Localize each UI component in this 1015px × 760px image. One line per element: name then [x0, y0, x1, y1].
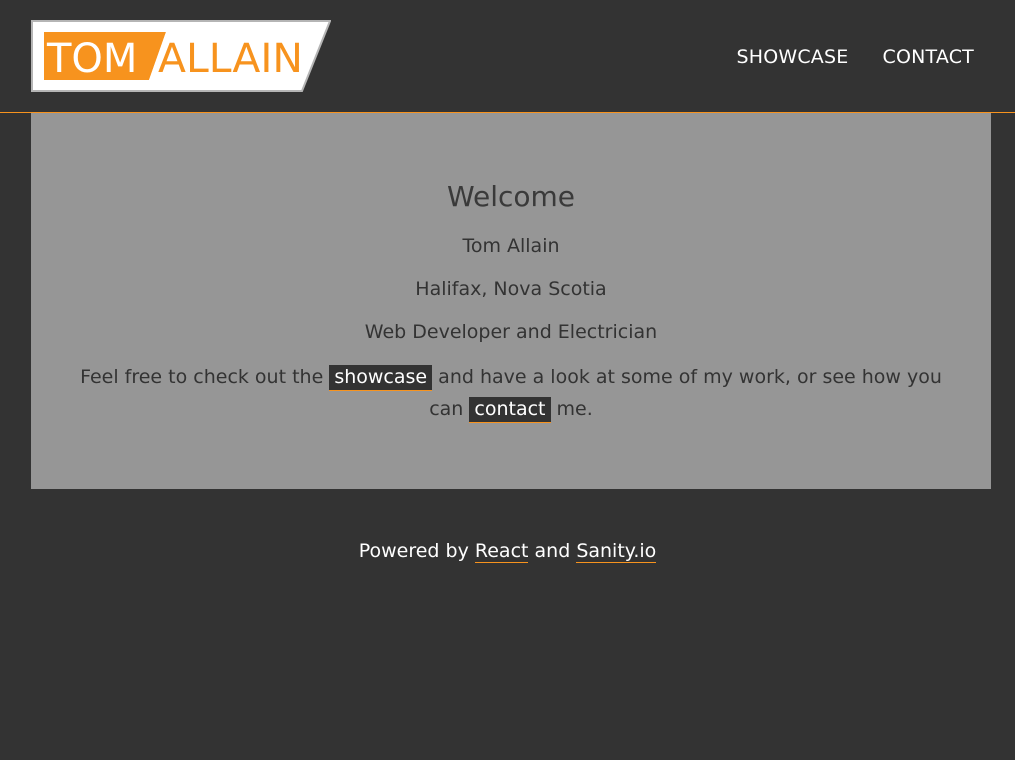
- logo-graphic: TOM ALLAIN: [31, 20, 331, 92]
- welcome-title: Welcome: [446, 180, 576, 213]
- nav-contact-link[interactable]: CONTACT: [882, 44, 974, 70]
- nav-showcase-link[interactable]: SHOWCASE: [736, 44, 848, 70]
- react-link[interactable]: React: [474, 540, 529, 563]
- sanity-link[interactable]: Sanity.io: [576, 540, 657, 563]
- owner-role: Web Developer and Electrician: [364, 321, 658, 343]
- footer-text-1: Powered by: [358, 540, 469, 562]
- site-footer: Powered by React and Sanity.io: [0, 537, 1015, 565]
- logo-text-tom: TOM: [46, 36, 137, 82]
- logo[interactable]: TOM ALLAIN: [31, 20, 331, 92]
- main-nav: SHOWCASE CONTACT: [736, 44, 974, 70]
- welcome-panel: Welcome Tom Allain Halifax, Nova Scotia …: [31, 113, 991, 489]
- footer-text-2: and: [534, 540, 571, 562]
- contact-link[interactable]: contact: [469, 397, 551, 423]
- logo-text-allain: ALLAIN: [158, 36, 303, 82]
- showcase-link[interactable]: showcase: [329, 365, 433, 391]
- invite-text-3: me.: [556, 398, 593, 420]
- invite-text-1: Feel free to check out the: [80, 366, 324, 388]
- owner-name: Tom Allain: [462, 235, 560, 257]
- owner-location: Halifax, Nova Scotia: [415, 278, 607, 300]
- invite-paragraph: Feel free to check out the showcase and …: [31, 361, 991, 425]
- site-header: TOM ALLAIN SHOWCASE CONTACT: [0, 0, 1015, 113]
